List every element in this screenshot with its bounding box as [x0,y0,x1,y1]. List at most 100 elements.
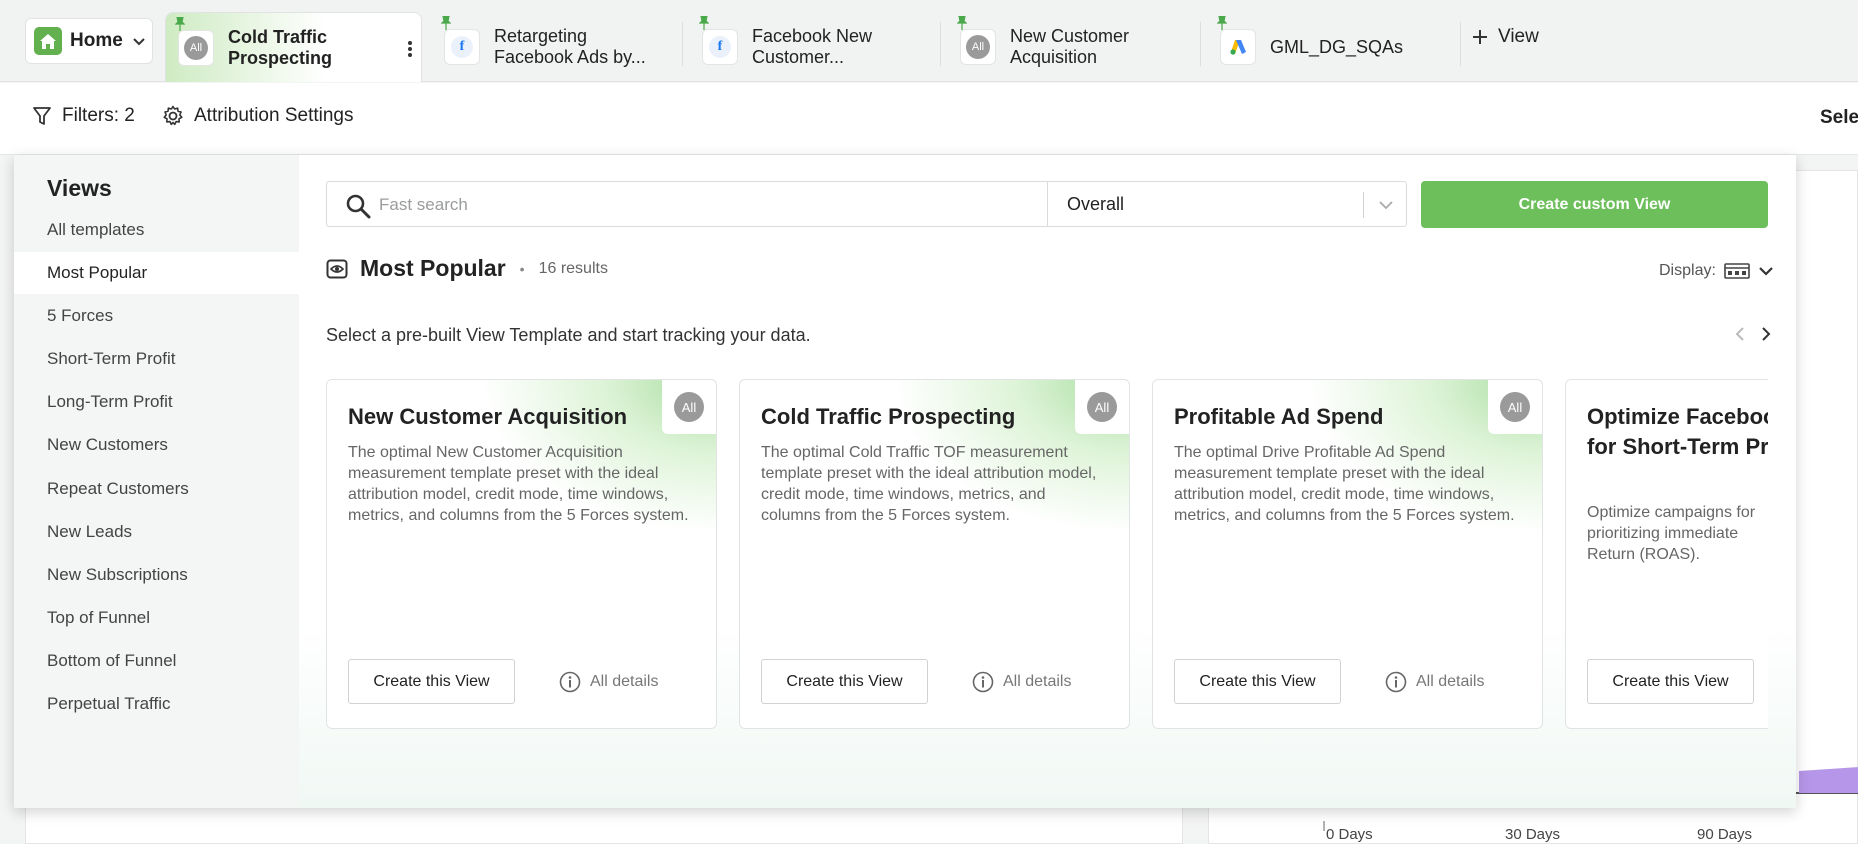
info-icon [559,671,581,693]
toolbar: Filters: 2 Attribution Settings Selec [0,83,1858,155]
all-details-link[interactable]: All details [1385,671,1484,693]
tab-divider [940,22,941,66]
card-title: Profitable Ad Spend [1174,404,1384,429]
card-description: The optimal Cold Traffic TOF measurement… [761,444,1097,524]
sidebar-item-long-term-profit[interactable]: Long-Term Profit [14,381,299,423]
sidebar-item-perpetual-traffic[interactable]: Perpetual Traffic [14,683,299,725]
sidebar-item-most-popular[interactable]: Most Popular [14,252,299,294]
chevron-left-icon[interactable] [1733,326,1747,342]
all-icon: All [960,29,996,65]
tab-gml-dg-sqas[interactable]: GML_DG_SQAs [1208,12,1458,82]
views-sidebar: Views All templates Most Popular 5 Force… [14,155,299,808]
tab-label: Cold Traffic Prospecting [228,26,333,68]
section-title: Most Popular [360,255,506,281]
search-divider [1047,182,1048,226]
create-this-view-button[interactable]: Create this View [1174,659,1341,704]
create-this-view-button[interactable]: Create this View [1587,659,1754,704]
template-card: All Cold Traffic Prospecting The optimal… [739,379,1130,729]
add-view-button[interactable]: View [1472,26,1539,48]
axis-tick-label: 90 Days [1697,826,1753,843]
all-details-link[interactable]: All details [972,671,1071,693]
attribution-settings-button[interactable]: Attribution Settings [162,105,353,127]
template-card: All Profitable Ad Spend The optimal Driv… [1152,379,1543,729]
filters-button[interactable]: Filters: 2 [32,105,135,127]
gear-icon [163,105,183,126]
add-view-label: View [1498,26,1539,47]
sidebar-item-repeat-customers[interactable]: Repeat Customers [14,468,299,510]
chevron-down-icon [133,38,145,46]
all-badge: All [1075,380,1129,434]
grid-view-icon [1724,263,1750,279]
card-title: Optimize Facebook Campaigns for Short-Te… [1587,404,1768,459]
pin-icon [175,17,185,31]
search-bar: Overall [326,181,1407,227]
create-this-view-button[interactable]: Create this View [761,659,928,704]
tab-label: New Customer Acquisition [1010,26,1130,67]
all-badge: All [1488,380,1542,434]
pin-icon [441,16,451,30]
template-card: Optimize Facebook Campaigns for Short-Te… [1565,379,1768,729]
tab-label: Retargeting Facebook Ads by... [494,26,646,67]
tab-facebook-new-customer[interactable]: f Facebook New Customer... [690,12,935,82]
axis-tick-label: 30 Days [1505,826,1561,843]
facebook-icon: f [444,29,480,65]
sidebar-item-new-leads[interactable]: New Leads [14,511,299,553]
card-description: The optimal New Customer Acquisition mea… [348,444,689,524]
views-main: Overall Create custom View Most Popular … [299,155,1796,808]
search-input[interactable] [379,190,1029,220]
create-this-view-button[interactable]: Create this View [348,659,515,704]
select-divider [1363,192,1364,218]
home-icon [34,27,62,55]
chevron-right-icon[interactable] [1759,326,1773,342]
facebook-icon: f [702,29,738,65]
tab-label: GML_DG_SQAs [1270,36,1404,57]
all-details-label: All details [590,673,659,690]
more-options-icon[interactable] [407,40,413,58]
sidebar-item-new-customers[interactable]: New Customers [14,424,299,466]
section-subtitle: Select a pre-built View Template and sta… [326,325,811,345]
tab-divider [682,22,683,66]
sidebar-item-new-subscriptions[interactable]: New Subscriptions [14,554,299,596]
tab-retargeting-facebook-ads[interactable]: f Retargeting Facebook Ads by... [432,12,677,82]
attribution-settings-label: Attribution Settings [194,105,354,126]
section-header: Most Popular • 16 results [326,255,608,282]
sidebar-item-5-forces[interactable]: 5 Forces [14,295,299,337]
sidebar-item-all-templates[interactable]: All templates [14,209,299,251]
plus-icon [1473,30,1487,44]
separator-dot: • [519,260,525,277]
tab-new-customer-acquisition[interactable]: All New Customer Acquisition [948,12,1198,82]
tab-divider [1460,22,1461,66]
google-ads-icon [1220,29,1256,65]
all-details-link[interactable]: All details [559,671,658,693]
display-label: Display: [1659,262,1716,279]
all-details-label: All details [1003,673,1072,690]
card-description: The optimal Drive Profitable Ad Spend me… [1174,444,1515,524]
tab-label: Facebook New Customer... [752,26,873,67]
all-icon: All [178,29,214,66]
tab-bar: Home All Cold Traffic Prospecting f Retar… [0,0,1858,82]
all-badge: All [662,380,716,434]
sidebar-item-top-of-funnel[interactable]: Top of Funnel [14,597,299,639]
all-details-label: All details [1416,673,1485,690]
chevron-down-icon [1759,267,1773,276]
pin-icon [699,16,709,30]
tab-cold-traffic-prospecting[interactable]: All Cold Traffic Prospecting [165,12,422,82]
home-label: Home [70,30,123,51]
card-title: Cold Traffic Prospecting [761,404,1016,429]
sidebar-item-bottom-of-funnel[interactable]: Bottom of Funnel [14,640,299,682]
card-title: New Customer Acquisition [348,404,628,429]
create-custom-view-button[interactable]: Create custom View [1421,181,1768,228]
template-carousel: All New Customer Acquisition The optimal… [326,379,1768,731]
tab-divider [1200,22,1201,66]
template-card: All New Customer Acquisition The optimal… [326,379,717,729]
home-tab[interactable]: Home [25,18,153,64]
display-toggle[interactable]: Display: [1659,262,1774,280]
views-dropdown-panel: Views All templates Most Popular 5 Force… [14,155,1796,808]
select-label[interactable]: Selec [1820,107,1858,129]
info-icon [1385,671,1407,693]
search-icon [346,194,371,219]
chevron-down-icon[interactable] [1377,197,1395,213]
category-select[interactable]: Overall [1067,194,1124,215]
card-description: Optimize campaigns for prioritizing imme… [1587,504,1756,563]
sidebar-item-short-term-profit[interactable]: Short-Term Profit [14,338,299,380]
